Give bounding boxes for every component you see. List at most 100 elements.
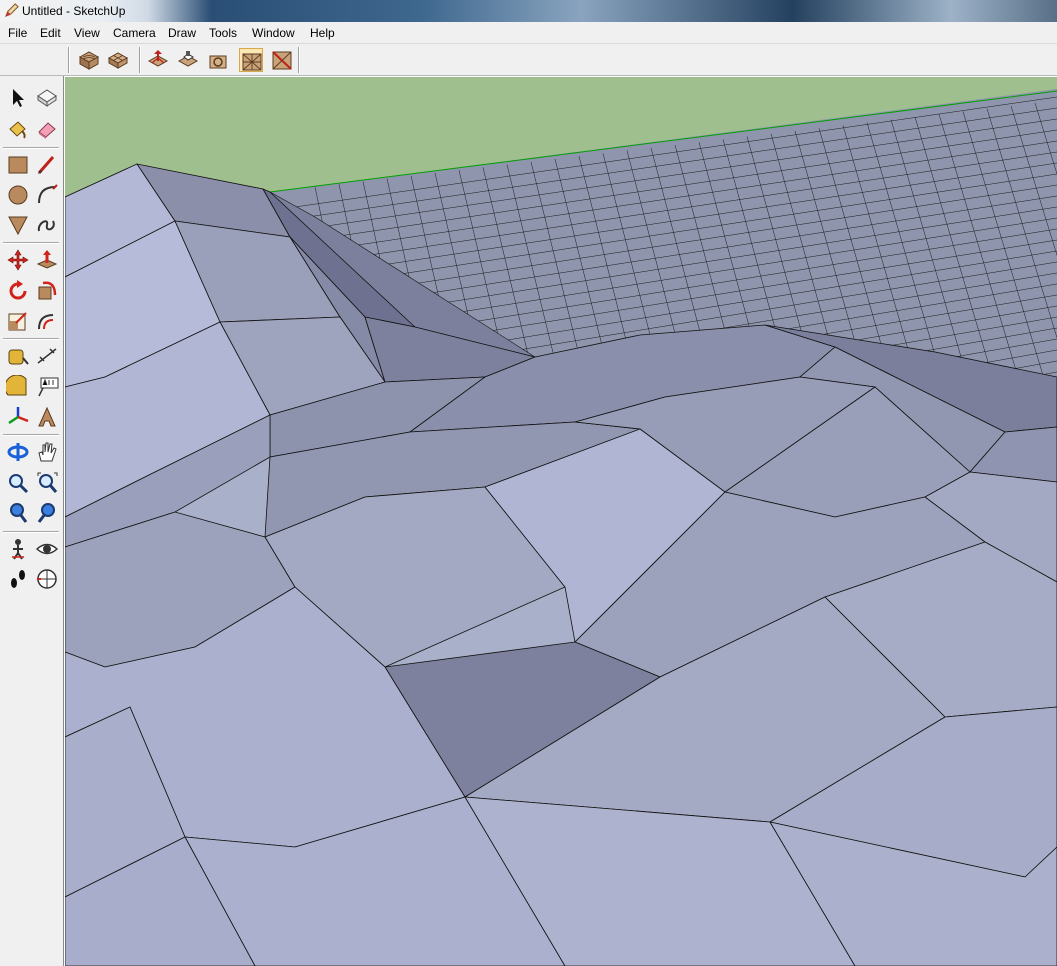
rotate-icon (9, 280, 27, 300)
polygon-tool[interactable] (4, 211, 32, 239)
stamp-button[interactable] (176, 48, 200, 72)
scale-tool[interactable] (4, 307, 32, 335)
eraser-tool[interactable] (33, 115, 61, 143)
title-bar: Untitled - SketchUp (0, 0, 1057, 22)
sandbox-from-contours-icon (78, 51, 100, 70)
section-plane-icon (37, 569, 57, 589)
orbit-icon (7, 443, 29, 461)
menu-bar: File Edit View Camera Draw Tools Window … (0, 22, 1057, 44)
dimension-tool[interactable] (33, 342, 61, 370)
zoom-tool[interactable] (4, 469, 32, 497)
arc-icon (38, 184, 58, 204)
position-camera-icon (12, 539, 24, 560)
scale-icon (8, 312, 27, 331)
walk-tool[interactable] (4, 565, 32, 593)
select-tool[interactable] (4, 84, 32, 112)
protractor-icon (4, 374, 27, 396)
offset-icon (38, 314, 54, 330)
tool-group-separator (3, 434, 59, 436)
zoom-icon (9, 474, 29, 494)
next-view-tool[interactable] (33, 499, 61, 527)
3d-text-tool[interactable] (33, 403, 61, 431)
rectangle-icon (8, 156, 28, 174)
axes-tool[interactable] (4, 403, 32, 431)
arc-tool[interactable] (33, 181, 61, 209)
paint-bucket-icon (9, 121, 26, 139)
make-component-tool[interactable] (33, 84, 61, 112)
pan-icon (38, 442, 57, 462)
add-detail-icon (242, 53, 262, 71)
previous-view-tool[interactable] (4, 499, 32, 527)
push-pull-icon (36, 250, 58, 269)
pan-tool[interactable] (33, 438, 61, 466)
window-title: Untitled - SketchUp (22, 4, 126, 18)
sketchup-window: Untitled - SketchUp File Edit View Camer… (0, 0, 1057, 966)
modeling-viewport[interactable] (65, 77, 1057, 966)
tool-group-separator (3, 338, 59, 340)
rectangle-tool[interactable] (4, 151, 32, 179)
move-tool[interactable] (4, 246, 32, 274)
terrain-scene[interactable] (65, 77, 1057, 966)
axes-icon (8, 407, 29, 425)
polygon-icon (8, 216, 28, 236)
follow-me-icon (38, 281, 57, 300)
smoove-icon (147, 50, 169, 67)
menu-view[interactable]: View (73, 25, 101, 41)
tool-group-separator (3, 531, 59, 533)
offset-tool[interactable] (33, 307, 61, 335)
toolbar-separator (139, 47, 141, 73)
previous-view-icon (10, 503, 28, 523)
make-component-icon (37, 89, 57, 107)
tape-measure-icon (8, 349, 29, 365)
paint-bucket-tool[interactable] (4, 115, 32, 143)
walk-icon (11, 570, 25, 588)
select-icon (13, 89, 24, 107)
sandbox-from-scratch-icon (107, 52, 129, 69)
flip-edge-button[interactable] (270, 48, 294, 72)
toolbar-grip[interactable] (68, 47, 70, 73)
sketchup-pencil-icon (5, 3, 19, 17)
zoom-window-tool[interactable] (33, 469, 61, 497)
flip-edge-icon (272, 51, 292, 70)
position-camera-tool[interactable] (4, 535, 32, 563)
line-tool[interactable] (33, 151, 61, 179)
large-tool-set (0, 76, 64, 966)
sandbox-from-contours-button[interactable] (77, 48, 101, 72)
3d-text-icon (38, 406, 56, 427)
menu-window[interactable]: Window (251, 25, 296, 41)
tape-measure-tool[interactable] (4, 342, 32, 370)
add-detail-button[interactable] (239, 48, 263, 72)
look-around-tool[interactable] (33, 535, 61, 563)
menu-edit[interactable]: Edit (39, 25, 62, 41)
freehand-icon (37, 220, 55, 232)
menu-draw[interactable]: Draw (167, 25, 197, 41)
menu-help[interactable]: Help (309, 25, 336, 41)
text-icon (38, 377, 59, 397)
menu-file[interactable]: File (7, 25, 28, 41)
freehand-tool[interactable] (33, 211, 61, 239)
sandbox-toolbar (0, 44, 1057, 76)
tool-group-separator (3, 147, 59, 149)
drape-icon (209, 55, 227, 69)
circle-icon (8, 185, 28, 205)
follow-me-tool[interactable] (33, 277, 61, 305)
move-icon (7, 249, 29, 271)
look-around-icon (35, 543, 59, 555)
line-icon (37, 156, 55, 174)
dimension-icon (37, 348, 57, 364)
smoove-button[interactable] (146, 48, 170, 72)
section-plane-tool[interactable] (33, 565, 61, 593)
sandbox-from-scratch-button[interactable] (106, 48, 130, 72)
orbit-tool[interactable] (4, 438, 32, 466)
drape-button[interactable] (206, 48, 230, 72)
menu-camera[interactable]: Camera (112, 25, 157, 41)
stamp-icon (177, 51, 199, 67)
zoom-window-icon (37, 472, 58, 493)
protractor-tool[interactable] (4, 373, 32, 401)
circle-tool[interactable] (4, 181, 32, 209)
menu-tools[interactable]: Tools (208, 25, 238, 41)
rotate-tool[interactable] (4, 277, 32, 305)
toolbar-end (298, 47, 300, 73)
push-pull-tool[interactable] (33, 246, 61, 274)
text-tool[interactable] (33, 373, 61, 401)
